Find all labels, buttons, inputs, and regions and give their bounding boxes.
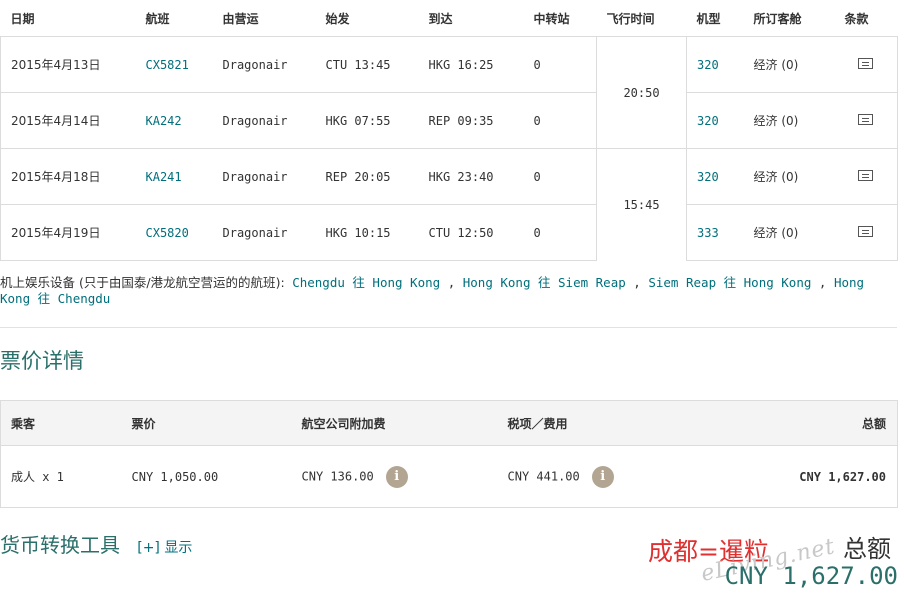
aircraft-link[interactable]: 320 [697,58,719,72]
header-date: 日期 [10,11,35,26]
header-arrive: 到达 [428,11,453,26]
passenger-count: 成人 x 1 [0,445,122,508]
flight-date: 2015年4月19日 [0,204,136,261]
entertainment-link[interactable]: Chengdu 往 Hong Kong [292,275,440,290]
flight-number-link[interactable]: KA241 [146,170,182,184]
flight-stops: 0 [523,92,597,149]
separator: , [633,275,641,290]
flight-arrive: HKG 23:40 [418,148,524,205]
surcharge-cell: CNY 136.00 i [291,445,498,508]
flight-date: 2015年4月18日 [0,148,136,205]
header-fare: 票价 [121,400,292,446]
aircraft-link[interactable]: 320 [697,114,719,128]
grand-total-label: 总额 [843,535,891,563]
header-total: 总额 [703,400,898,446]
flight-arrive: HKG 16:25 [418,36,524,93]
table-row: 2015年4月13日 CX5821 Dragonair CTU 13:45 HK… [0,36,898,149]
taxes-cell: CNY 441.00 i [497,445,704,508]
table-row: 2015年4月14日 KA242 Dragonair HKG 07:55 REP… [0,92,898,149]
info-icon[interactable]: i [385,465,408,488]
currency-converter: 货币转换工具 [+] 显示 [0,529,192,558]
info-icon[interactable]: i [591,465,614,488]
header-stops: 中转站 [533,11,570,26]
document-icon[interactable] [858,225,874,237]
flight-depart: HKG 07:55 [315,92,419,149]
fare-details-table: 乘客 票价 航空公司附加费 税项／费用 总额 成人 x 1 CNY 1,050.… [0,400,898,508]
flight-stops: 0 [523,36,597,93]
fare-amount: CNY 1,050.00 [121,445,292,508]
flight-duration: 20:50 [596,36,687,149]
surcharge-amount: CNY 136.00 [301,469,374,483]
flight-operator: Dragonair [212,204,316,261]
flight-depart: CTU 13:45 [315,36,419,93]
table-row: 成人 x 1 CNY 1,050.00 CNY 136.00 i CNY 441.… [0,445,898,508]
flight-cabin: 经济 (0) [743,36,835,93]
flight-table-header: 日期 航班 由营运 始发 到达 中转站 飞行时间 机型 所订客舱 条款 [1,0,898,37]
flight-operator: Dragonair [212,92,316,149]
fare-details-title: 票价详情 [0,349,84,373]
entertainment-label: 机上娱乐设备 (只于由国泰/港龙航空营运的的航班): [0,275,285,290]
inflight-entertainment: 机上娱乐设备 (只于由国泰/港龙航空营运的的航班): Chengdu 往 Hon… [0,275,890,307]
header-cabin: 所订客舱 [753,11,802,26]
flight-number-link[interactable]: KA242 [146,114,182,128]
section-divider [0,327,897,328]
document-icon[interactable] [858,169,874,181]
aircraft-link[interactable]: 333 [697,226,719,240]
header-duration: 飞行时间 [606,11,655,26]
separator: , [818,275,827,290]
table-row: 2015年4月18日 KA241 Dragonair REP 20:05 HKG… [0,148,898,261]
header-operator: 由营运 [222,11,259,26]
flight-depart: REP 20:05 [315,148,419,205]
currency-converter-toggle[interactable]: [+] 显示 [137,540,192,556]
document-icon[interactable] [858,57,874,69]
header-taxes: 税项／费用 [497,400,704,446]
flight-arrive: REP 09:35 [418,92,524,149]
flight-date: 2015年4月14日 [0,92,136,149]
header-depart: 始发 [325,11,350,26]
document-icon[interactable] [858,113,874,125]
flight-date: 2015年4月13日 [0,36,136,93]
fare-table-header: 乘客 票价 航空公司附加费 税项／费用 总额 [0,400,898,446]
taxes-amount: CNY 441.00 [507,469,580,483]
flight-cabin: 经济 (0) [743,148,835,205]
flight-operator: Dragonair [212,148,316,205]
header-surcharge: 航空公司附加费 [291,400,498,446]
flight-depart: HKG 10:15 [315,204,419,261]
aircraft-link[interactable]: 320 [697,170,719,184]
flight-cabin: 经济 (0) [743,204,835,261]
total-amount: CNY 1,627.00 [703,445,898,508]
entertainment-link[interactable]: Hong Kong 往 Siem Reap [463,275,626,290]
header-passenger: 乘客 [0,400,122,446]
header-aircraft: 机型 [696,11,721,26]
flight-operator: Dragonair [212,36,316,93]
separator: , [447,275,456,290]
entertainment-link[interactable]: Siem Reap 往 Hong Kong [648,275,811,290]
flight-duration: 15:45 [596,148,687,261]
table-row: 2015年4月19日 CX5820 Dragonair HKG 10:15 CT… [0,204,898,261]
flight-arrive: CTU 12:50 [418,204,524,261]
header-flight: 航班 [145,11,170,26]
flight-cabin: 经济 (0) [743,92,835,149]
flight-number-link[interactable]: CX5821 [146,58,189,72]
flight-itinerary-table: 日期 航班 由营运 始发 到达 中转站 飞行时间 机型 所订客舱 条款 2015… [0,0,898,261]
flight-stops: 0 [523,204,597,261]
currency-converter-title: 货币转换工具 [0,533,120,557]
flight-stops: 0 [523,148,597,205]
grand-total-amount: CNY 1,627.00 [724,562,898,590]
header-terms: 条款 [844,11,869,26]
flight-number-link[interactable]: CX5820 [146,226,189,240]
